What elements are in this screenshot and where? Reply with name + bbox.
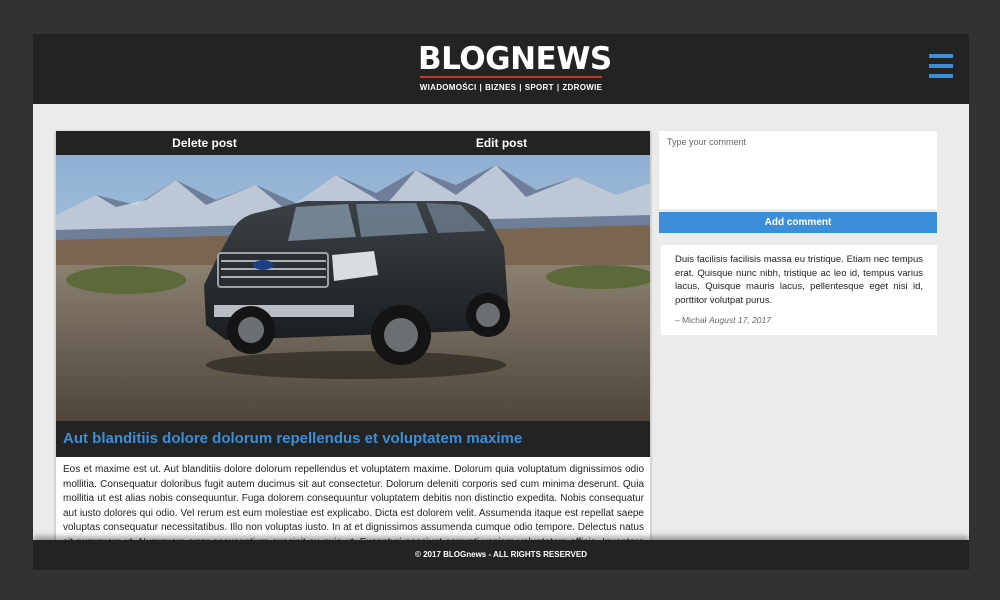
nav-item-zdrowie[interactable]: ZDROWIE <box>562 83 602 92</box>
copyright-text: © 2017 BLOGnews - ALL RIGHTS RESERVED <box>414 550 587 559</box>
comment-text: Duis facilisis facilisis massa eu tristi… <box>675 254 923 306</box>
comment-card: Duis facilisis facilisis massa eu tristi… <box>661 245 937 335</box>
comment-date: August 17, 2017 <box>709 315 771 325</box>
comment-meta: – Michał August 17, 2017 <box>675 315 923 325</box>
main-content: Delete post Edit post Aut blanditiis dol… <box>33 104 969 562</box>
comments-sidebar: Add comment Duis facilisis facilisis mas… <box>659 131 937 335</box>
nav-separator: | <box>519 83 522 92</box>
comment-input[interactable] <box>659 131 937 209</box>
site-logo[interactable]: BLOGNEWS <box>418 42 612 76</box>
delete-post-button[interactable]: Delete post <box>56 131 353 155</box>
post-actions-bar: Delete post Edit post <box>56 131 650 155</box>
browser-viewport: BLOGNEWS WIADOMOŚCI | BIZNES | SPORT | Z… <box>33 34 969 570</box>
site-header: BLOGNEWS WIADOMOŚCI | BIZNES | SPORT | Z… <box>33 34 969 104</box>
edit-post-button[interactable]: Edit post <box>353 131 650 155</box>
nav-separator: | <box>479 83 483 92</box>
nav-item-biznes[interactable]: BIZNES <box>485 83 516 92</box>
comment-author: – Michał <box>675 315 707 325</box>
post-image-suv <box>56 155 650 421</box>
blog-post: Delete post Edit post Aut blanditiis dol… <box>56 131 650 562</box>
add-comment-button[interactable]: Add comment <box>659 212 937 233</box>
nav-item-wiadomosci[interactable]: WIADOMOŚCI <box>420 83 477 92</box>
category-nav: WIADOMOŚCI | BIZNES | SPORT | ZDROWIE <box>418 83 604 92</box>
nav-item-sport[interactable]: SPORT <box>525 83 554 92</box>
logo-block[interactable]: BLOGNEWS WIADOMOŚCI | BIZNES | SPORT | Z… <box>418 42 612 92</box>
post-title[interactable]: Aut blanditiis dolore dolorum repellendu… <box>56 421 650 457</box>
nav-separator: | <box>556 83 560 92</box>
hamburger-menu-icon[interactable] <box>929 54 953 78</box>
site-footer: © 2017 BLOGnews - ALL RIGHTS RESERVED <box>33 540 969 570</box>
